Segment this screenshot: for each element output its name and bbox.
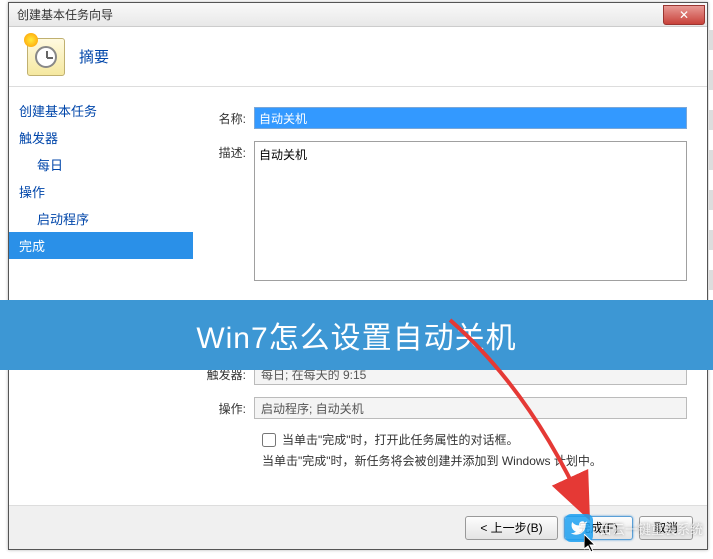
sidebar-item-create-task[interactable]: 创建基本任务 [9,97,193,124]
watermark-icon [565,514,593,542]
watermark: 白云一键重装系统 [565,514,703,542]
page-title: 摘要 [79,46,109,67]
wizard-header: 摘要 [9,27,707,87]
sidebar-item-start-program[interactable]: 启动程序 [9,205,193,232]
sidebar-item-action[interactable]: 操作 [9,178,193,205]
desc-label: 描述: [204,141,254,161]
checkbox-label: 当单击"完成"时，打开此任务属性的对话框。 [282,431,519,448]
sidebar-item-daily[interactable]: 每日 [9,151,193,178]
background-edge [709,30,713,330]
sidebar-item-trigger[interactable]: 触发器 [9,124,193,151]
tutorial-text: Win7怎么设置自动关机 [196,313,516,357]
close-button[interactable]: ✕ [663,5,705,25]
info-text: 当单击"完成"时，新任务将会被创建并添加到 Windows 计划中。 [262,452,687,469]
watermark-text: 白云一键重装系统 [599,519,703,538]
name-input[interactable] [254,107,687,129]
open-properties-checkbox[interactable] [262,433,276,447]
watermark-text-group: 白云一键重装系统 [599,519,703,538]
wizard-steps-sidebar: 创建基本任务 触发器 每日 操作 启动程序 完成 [9,87,194,505]
name-label: 名称: [204,110,254,127]
close-icon: ✕ [679,8,689,22]
back-button[interactable]: < 上一步(B) [465,516,557,540]
scheduler-icon [27,38,65,76]
action-value: 启动程序; 自动关机 [254,397,687,419]
sidebar-item-finish[interactable]: 完成 [9,232,193,259]
content-area: 创建基本任务 触发器 每日 操作 启动程序 完成 名称: 描述: 触发器: 每日… [9,87,707,505]
title-bar: 创建基本任务向导 ✕ [9,3,707,27]
desc-textarea[interactable] [254,141,687,281]
form-area: 名称: 描述: 触发器: 每日; 在每天的 9:15 操作: 启动程序; 自动关… [194,87,707,505]
wizard-window: 创建基本任务向导 ✕ 摘要 创建基本任务 触发器 每日 操作 启动程序 完成 名… [8,2,708,550]
action-label: 操作: [204,400,254,417]
window-title: 创建基本任务向导 [17,6,113,23]
tutorial-banner: Win7怎么设置自动关机 [0,300,713,370]
